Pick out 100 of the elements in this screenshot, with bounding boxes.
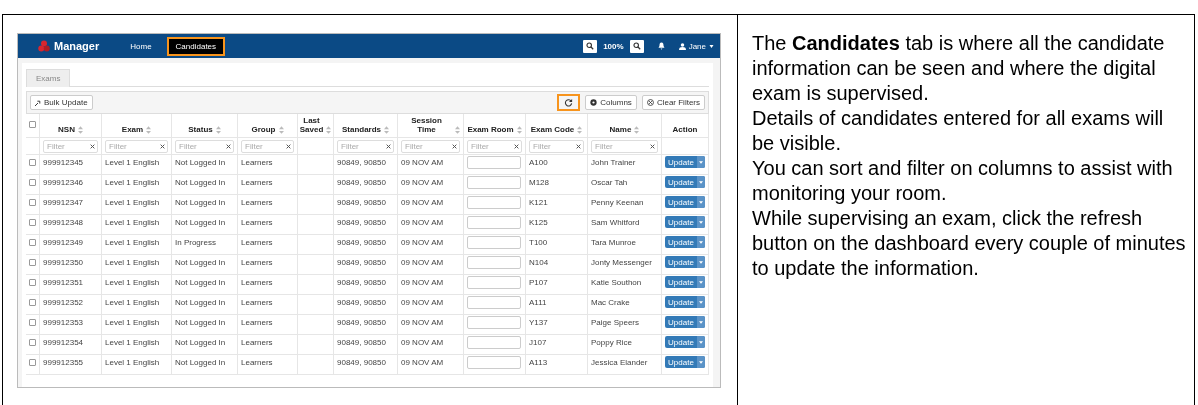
close-icon[interactable]: [160, 143, 165, 149]
column-header[interactable]: Status: [188, 125, 213, 134]
close-icon[interactable]: [452, 143, 457, 149]
table-cell: 999912351: [43, 278, 84, 287]
checkbox[interactable]: [29, 179, 36, 186]
exam-room-field[interactable]: [467, 196, 521, 209]
close-icon[interactable]: [226, 143, 231, 149]
zoom-out-button[interactable]: [583, 39, 598, 53]
column-header[interactable]: Group: [251, 125, 276, 134]
exam-room-field[interactable]: [467, 296, 521, 309]
sort-icon[interactable]: [634, 126, 640, 134]
filter-field[interactable]: Filter: [529, 139, 584, 153]
column-header[interactable]: Exam: [121, 125, 144, 134]
sort-icon[interactable]: [516, 126, 522, 134]
exam-room-field[interactable]: [467, 256, 521, 269]
checkbox[interactable]: [29, 319, 36, 326]
update-button[interactable]: Update: [665, 156, 705, 168]
checkbox[interactable]: [29, 279, 36, 286]
table-cell: 90849, 90850: [337, 338, 386, 347]
checkbox[interactable]: [29, 159, 36, 166]
bulk-update-button[interactable]: Bulk Update: [30, 95, 93, 110]
column-header[interactable]: NSN: [58, 125, 75, 134]
table-cell: 09 NOV AM: [401, 298, 444, 307]
column-header[interactable]: Session Time: [401, 116, 452, 134]
table-cell: 999912350: [43, 258, 84, 267]
filter-field[interactable]: Filter: [43, 139, 98, 153]
clear-filters-button[interactable]: Clear Filters: [641, 95, 705, 110]
checkbox[interactable]: [29, 339, 36, 346]
description-paragraph: You can sort and filter on columns to assist with monitoring your room.: [752, 156, 1174, 206]
description-paragraph: Details of candidates entered for all exams will be visible.: [752, 106, 1165, 156]
exam-room-field[interactable]: [467, 156, 521, 169]
update-button[interactable]: Update: [665, 316, 705, 328]
user-icon: [678, 42, 686, 50]
sort-icon[interactable]: [384, 126, 390, 134]
column-header[interactable]: Last Saved: [299, 116, 324, 134]
logo-icon: [38, 40, 50, 52]
sort-icon[interactable]: [326, 126, 332, 134]
update-button[interactable]: Update: [665, 276, 705, 288]
checkbox[interactable]: [29, 219, 36, 226]
exam-room-field[interactable]: [467, 336, 521, 349]
exam-room-field[interactable]: [467, 236, 521, 249]
column-header[interactable]: Action: [672, 125, 698, 134]
update-button[interactable]: Update: [665, 176, 705, 188]
column-header[interactable]: Exam Room: [467, 125, 514, 134]
table-cell: Not Logged In: [175, 218, 226, 227]
filter-field[interactable]: Filter: [467, 139, 522, 153]
nav-link[interactable]: Home: [121, 36, 161, 56]
update-button[interactable]: Update: [665, 216, 705, 228]
filter-field[interactable]: Filter: [175, 139, 234, 153]
columns-button[interactable]: Columns: [585, 95, 637, 110]
checkbox[interactable]: [29, 299, 36, 306]
update-button[interactable]: Update: [665, 296, 705, 308]
table-cell: Penny Keenan: [591, 198, 644, 207]
exam-room-field[interactable]: [467, 216, 521, 229]
checkbox[interactable]: [29, 121, 36, 128]
table-cell: Learners: [241, 238, 273, 247]
table-cell: John Trainer: [591, 158, 636, 167]
update-button[interactable]: Update: [665, 236, 705, 248]
bell-icon[interactable]: [657, 42, 665, 50]
close-icon[interactable]: [650, 143, 655, 149]
nav-link[interactable]: Candidates: [166, 36, 226, 56]
table-cell: Sam Whitford: [591, 218, 640, 227]
exam-room-field[interactable]: [467, 176, 521, 189]
exam-room-field[interactable]: [467, 356, 521, 369]
sort-icon[interactable]: [77, 126, 83, 134]
close-icon[interactable]: [90, 143, 95, 149]
zoom-in-button[interactable]: [629, 39, 644, 53]
close-icon[interactable]: [286, 143, 291, 149]
refresh-button[interactable]: [557, 94, 581, 111]
filter-field[interactable]: Filter: [105, 139, 168, 153]
close-icon[interactable]: [576, 143, 581, 149]
filter-field[interactable]: Filter: [241, 139, 294, 153]
update-button[interactable]: Update: [665, 256, 705, 268]
exam-room-field[interactable]: [467, 276, 521, 289]
checkbox[interactable]: [29, 239, 36, 246]
checkbox[interactable]: [29, 259, 36, 266]
table-cell: 90849, 90850: [337, 238, 386, 247]
sort-icon[interactable]: [278, 126, 284, 134]
filter-field[interactable]: Filter: [337, 139, 394, 153]
sort-icon[interactable]: [577, 126, 583, 134]
column-header[interactable]: Name: [609, 125, 632, 134]
update-button[interactable]: Update: [665, 196, 705, 208]
column-header[interactable]: Standards: [341, 125, 382, 134]
filter-field[interactable]: Filter: [401, 139, 460, 153]
sort-icon[interactable]: [215, 126, 221, 134]
close-icon[interactable]: [514, 143, 519, 149]
filter-field[interactable]: Filter: [591, 139, 658, 153]
sort-icon[interactable]: [146, 126, 152, 134]
checkbox[interactable]: [29, 359, 36, 366]
column-header[interactable]: Exam Code: [530, 125, 575, 134]
update-button[interactable]: Update: [665, 356, 705, 368]
update-button[interactable]: Update: [665, 336, 705, 348]
checkbox[interactable]: [29, 199, 36, 206]
table-cell: K121: [529, 198, 548, 207]
table-cell: 999912348: [43, 218, 84, 227]
table-cell: M128: [529, 178, 549, 187]
sort-icon[interactable]: [455, 126, 460, 134]
close-icon[interactable]: [386, 143, 391, 149]
exam-room-field[interactable]: [467, 316, 521, 329]
user-menu[interactable]: Jane: [678, 41, 714, 51]
